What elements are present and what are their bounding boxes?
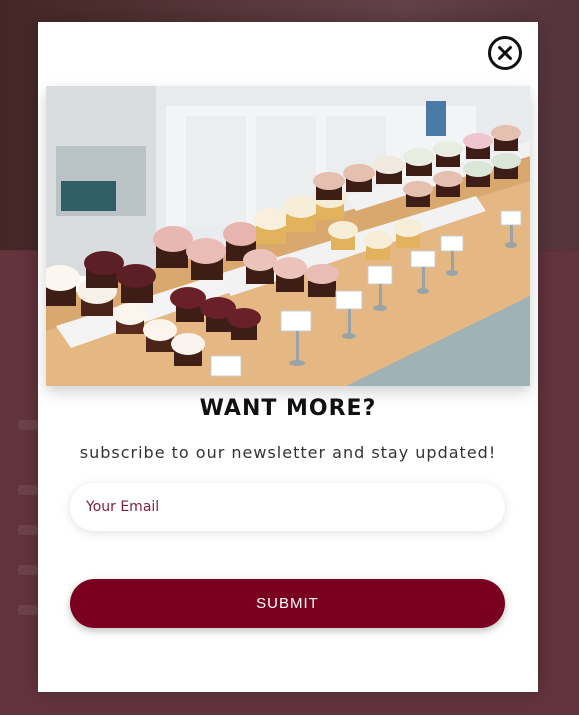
close-icon [498, 46, 512, 60]
close-button[interactable] [488, 36, 522, 70]
modal-title: WANT MORE? [199, 396, 377, 421]
email-field[interactable] [70, 483, 505, 531]
newsletter-modal: WANT MORE? subscribe to our newsletter a… [38, 22, 538, 692]
modal-subtitle: subscribe to our newsletter and stay upd… [79, 443, 497, 462]
submit-button[interactable]: SUBMIT [70, 579, 505, 628]
cupcakes-photo [46, 86, 530, 386]
